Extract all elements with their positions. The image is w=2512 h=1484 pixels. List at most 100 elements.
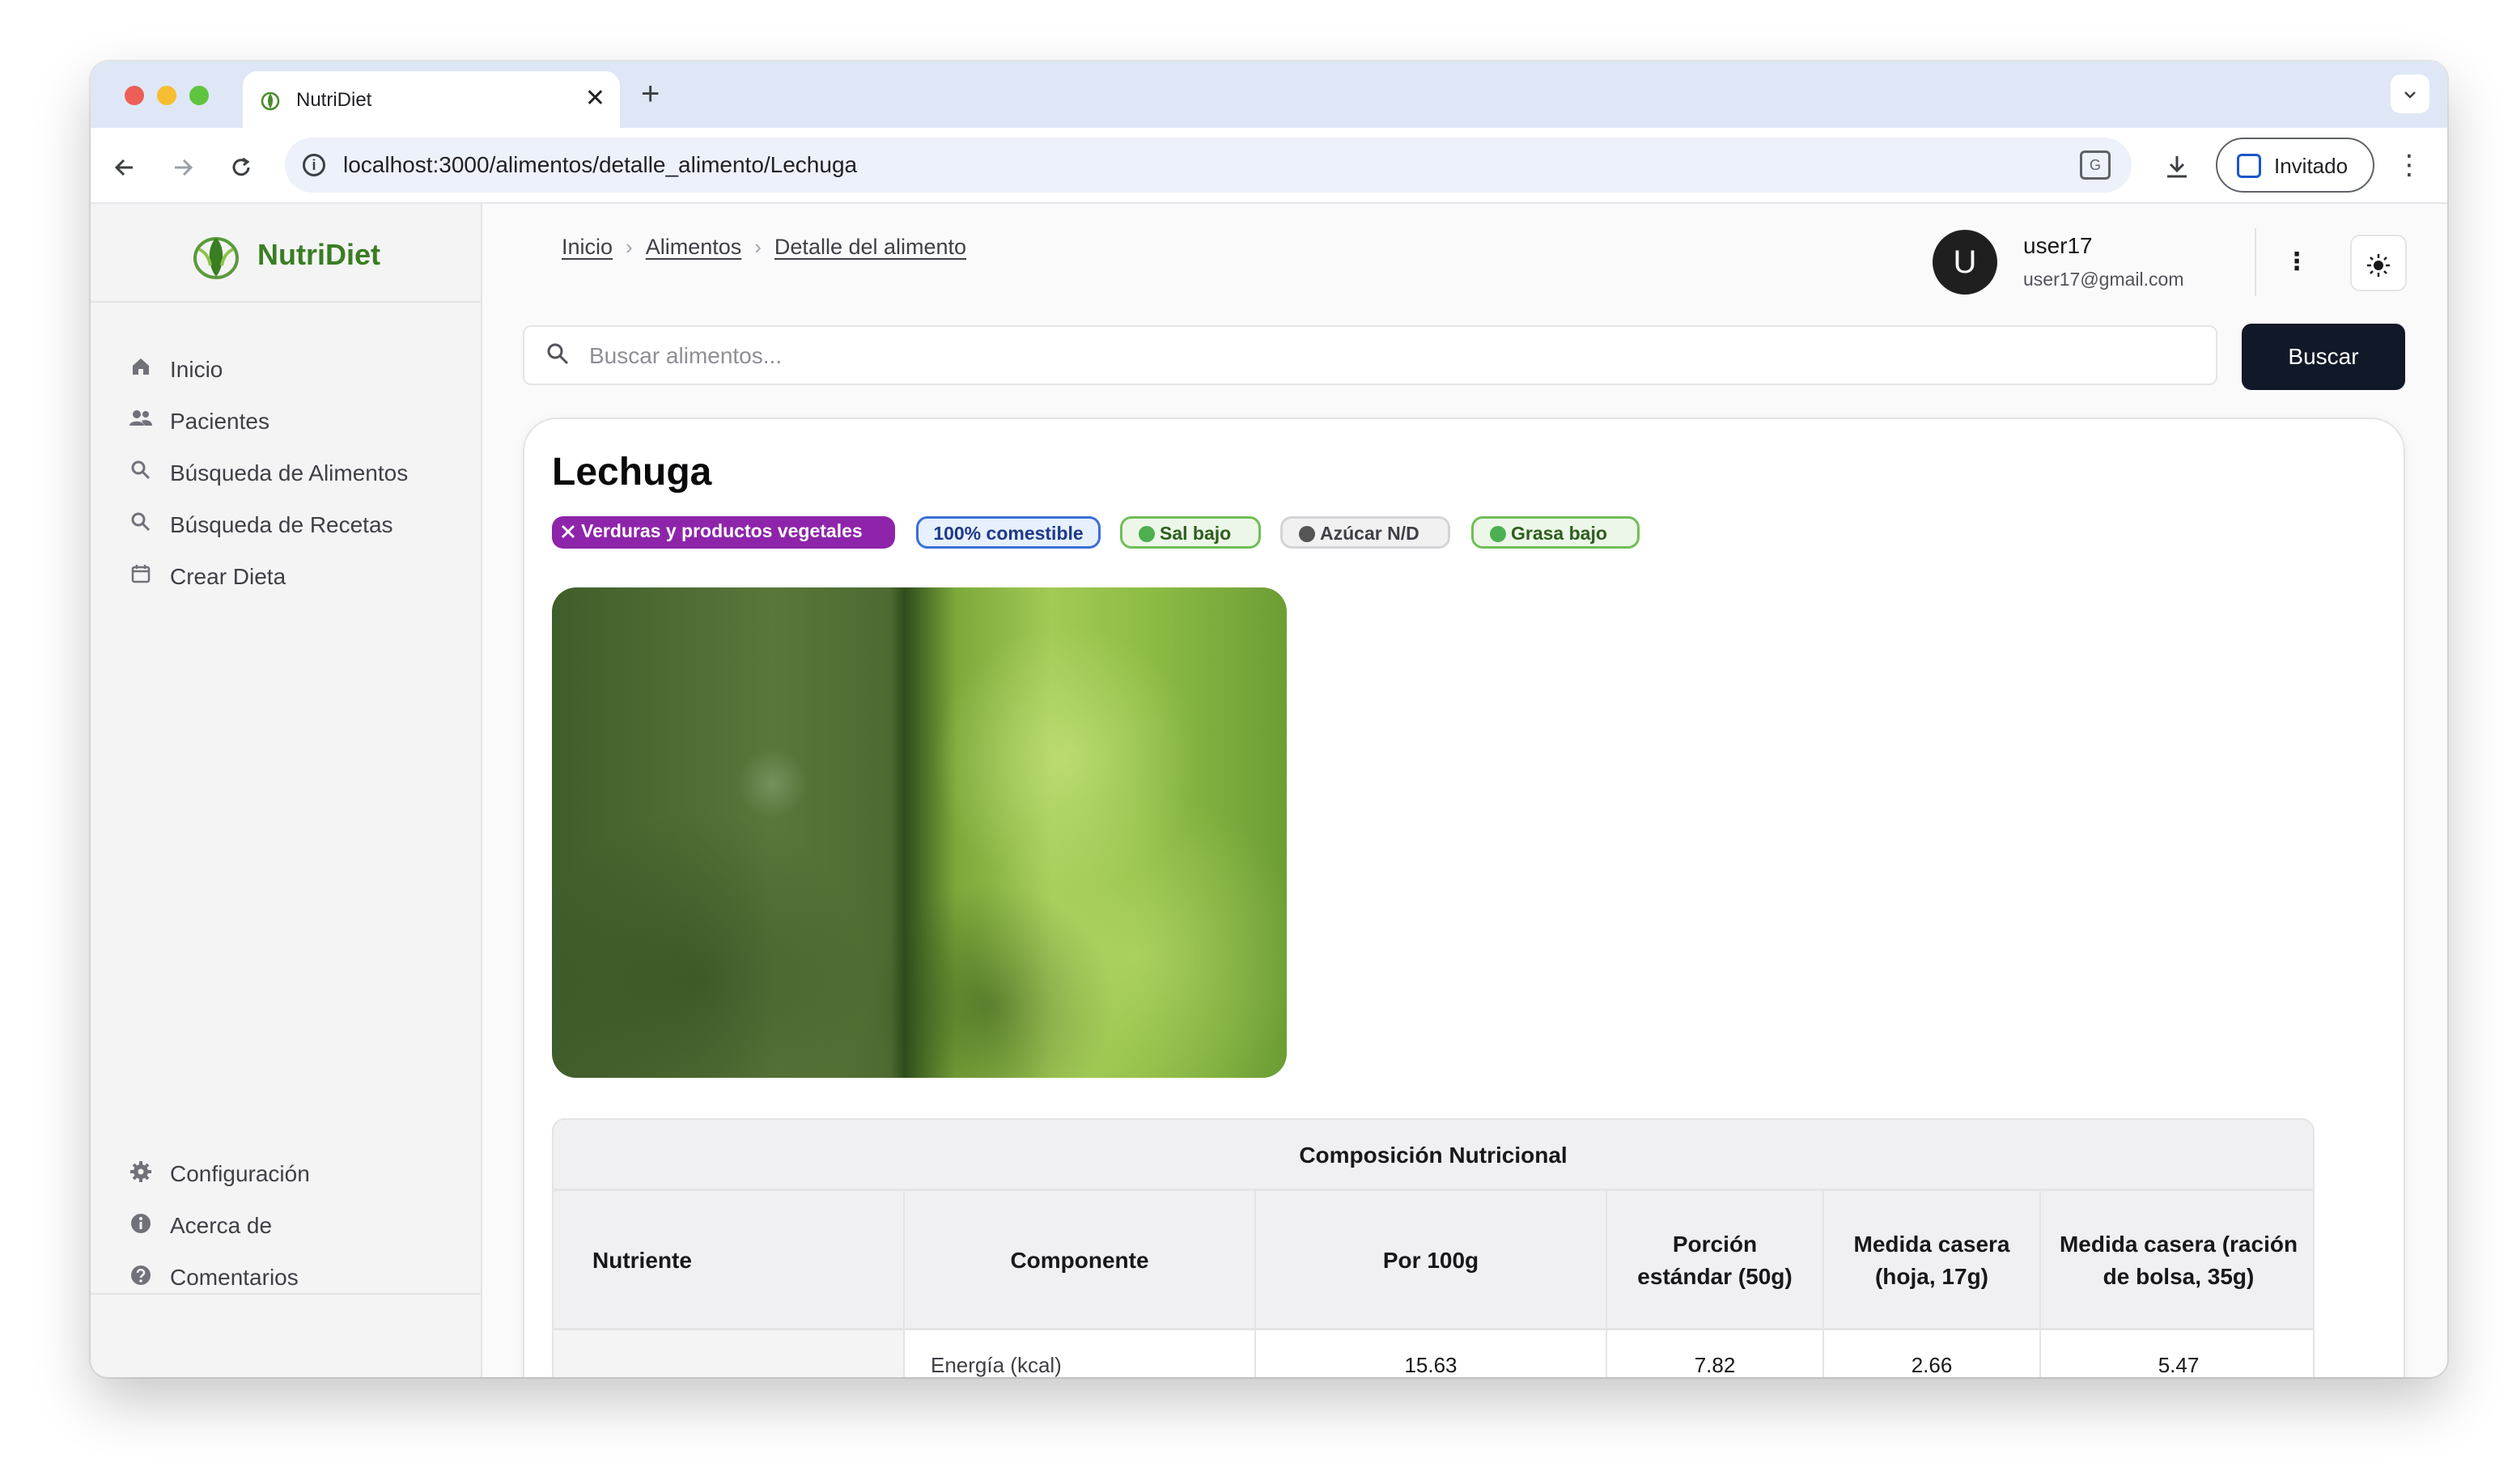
search-input[interactable] xyxy=(589,335,2200,377)
breadcrumb-alimentos[interactable]: Alimentos xyxy=(646,235,742,259)
forward-button[interactable] xyxy=(165,147,201,183)
status-dot xyxy=(1139,526,1155,542)
sun-icon xyxy=(2367,253,2390,277)
sidebar-item-pacientes[interactable]: Pacientes xyxy=(128,401,452,440)
food-detail-card: Lechuga Verduras y productos vegetales 1… xyxy=(523,418,2405,1377)
column-header[interactable]: Porción estándar (50g) xyxy=(1607,1191,1824,1330)
user-name: user17 xyxy=(2023,233,2093,258)
salt-badge-label: Sal bajo xyxy=(1160,523,1232,544)
browser-tab[interactable]: NutriDiet ✕ xyxy=(243,71,620,128)
value-cell: 15.63 xyxy=(1256,1330,1607,1377)
tab-search-button[interactable] xyxy=(2391,74,2429,113)
column-header[interactable]: Medida casera (ración de bolsa, 35g) xyxy=(2041,1191,2313,1330)
tab-close-icon[interactable]: ✕ xyxy=(585,84,605,113)
sidebar-item-crear-dieta[interactable]: Crear Dieta xyxy=(128,557,452,596)
maximize-window-button[interactable] xyxy=(189,86,209,105)
sidebar-item-label: Búsqueda de Recetas xyxy=(170,512,393,537)
url-text[interactable]: localhost:3000/alimentos/detalle_aliment… xyxy=(343,152,857,178)
sidebar-divider xyxy=(91,1293,482,1295)
new-tab-button[interactable]: + xyxy=(641,76,660,112)
page-title: Lechuga xyxy=(552,451,712,494)
fat-badge-label: Grasa bajo xyxy=(1511,523,1607,544)
nutrient-cell xyxy=(554,1330,905,1377)
column-header[interactable]: Por 100g xyxy=(1256,1191,1607,1330)
chevron-right-icon: › xyxy=(626,235,633,259)
profile-icon xyxy=(2237,154,2261,178)
download-button[interactable] xyxy=(2158,146,2196,184)
search-icon xyxy=(128,460,154,485)
sidebar-item-label: Búsqueda de Alimentos xyxy=(170,460,409,485)
translate-icon[interactable]: G xyxy=(2080,151,2111,180)
site-info-icon[interactable]: i xyxy=(303,154,325,176)
minimize-window-button[interactable] xyxy=(157,86,176,105)
browser-toolbar: i localhost:3000/alimentos/detalle_alime… xyxy=(91,128,2447,204)
sidebar-item-busqueda-recetas[interactable]: Búsqueda de Recetas xyxy=(128,505,452,544)
breadcrumb: Inicio › Alimentos › Detalle del alimento xyxy=(562,235,966,260)
info-icon xyxy=(128,1212,154,1238)
breadcrumb-detalle[interactable]: Detalle del alimento xyxy=(774,235,966,259)
avatar[interactable]: U xyxy=(1933,230,1997,295)
column-header[interactable]: Nutriente xyxy=(554,1191,905,1330)
sidebar-item-inicio[interactable]: Inicio xyxy=(128,350,452,388)
food-image xyxy=(552,587,1287,1078)
sugar-badge-label: Azúcar N/D xyxy=(1320,523,1419,544)
sidebar-item-configuracion[interactable]: Configuración xyxy=(128,1154,452,1193)
sidebar-item-acerca-de[interactable]: Acerca de xyxy=(128,1206,452,1244)
nutridiet-favicon-icon xyxy=(261,91,280,111)
sidebar-item-comentarios[interactable]: Comentarios xyxy=(128,1257,452,1296)
search-button[interactable]: Buscar xyxy=(2242,324,2405,390)
app-root: NutriDiet Inicio Pacientes Búsqueda de A… xyxy=(91,204,2447,1377)
reload-icon xyxy=(232,157,250,176)
sugar-badge: Azúcar N/D xyxy=(1280,516,1450,549)
search-box xyxy=(523,325,2217,385)
sidebar-item-label: Inicio xyxy=(170,357,223,382)
category-badge: Verduras y productos vegetales xyxy=(552,516,895,549)
brand-name: NutriDiet xyxy=(257,238,380,271)
arrow-right-icon xyxy=(175,159,193,176)
download-icon xyxy=(2167,156,2187,178)
search-icon xyxy=(128,511,154,537)
tab-title: NutriDiet xyxy=(296,89,372,111)
column-header[interactable]: Medida casera (hoja, 17g) xyxy=(1824,1191,2041,1330)
status-dot xyxy=(1299,526,1315,542)
close-window-button[interactable] xyxy=(125,86,144,105)
user-email: user17@gmail.com xyxy=(2023,269,2184,290)
reload-button[interactable] xyxy=(223,147,259,183)
users-icon xyxy=(128,408,154,434)
sidebar-item-busqueda-alimentos[interactable]: Búsqueda de Alimentos xyxy=(128,453,452,492)
category-badge-label: Verduras y productos vegetales xyxy=(581,520,863,541)
sidebar: NutriDiet Inicio Pacientes Búsqueda de A… xyxy=(91,204,482,1377)
profile-label: Invitado xyxy=(2274,154,2349,178)
column-header[interactable]: Componente xyxy=(905,1191,1256,1330)
food-image-texture xyxy=(552,587,1287,1078)
address-bar[interactable]: i localhost:3000/alimentos/detalle_alime… xyxy=(285,138,2132,193)
table-title: Composición Nutricional xyxy=(554,1120,2313,1191)
sidebar-item-label: Pacientes xyxy=(170,409,269,434)
sidebar-item-label: Configuración xyxy=(170,1161,310,1186)
sidebar-item-label: Acerca de xyxy=(170,1213,273,1238)
back-button[interactable] xyxy=(107,147,142,183)
calendar-icon xyxy=(128,563,154,589)
nutridiet-logo-icon xyxy=(193,237,239,279)
value-cell: 2.66 xyxy=(1824,1330,2041,1377)
gear-icon xyxy=(128,1160,154,1186)
theme-toggle-button[interactable] xyxy=(2350,235,2407,291)
search-icon xyxy=(547,343,569,365)
fat-badge: Grasa bajo xyxy=(1471,516,1640,549)
nutrition-table: Composición Nutricional Nutriente Compon… xyxy=(552,1118,2315,1377)
arrow-left-icon xyxy=(114,159,133,176)
profile-button[interactable]: Invitado xyxy=(2216,138,2374,193)
browser-menu-icon[interactable]: ⋮ xyxy=(2395,146,2423,184)
breadcrumb-inicio[interactable]: Inicio xyxy=(562,235,613,259)
sidebar-item-label: Comentarios xyxy=(170,1265,299,1290)
chevron-down-icon xyxy=(2404,91,2416,99)
chevron-right-icon: › xyxy=(754,235,762,259)
brand[interactable]: NutriDiet xyxy=(91,204,482,303)
table-row: Energía (kcal) 15.63 7.82 2.66 5.47 xyxy=(554,1330,2313,1377)
value-cell: 5.47 xyxy=(2158,1353,2200,1377)
main-content: Inicio › Alimentos › Detalle del alimento U … xyxy=(484,204,2447,1377)
home-icon xyxy=(128,356,154,382)
user-menu-icon[interactable]: ⋮ xyxy=(2282,243,2311,282)
user-divider xyxy=(2255,228,2256,296)
help-icon xyxy=(128,1264,154,1290)
